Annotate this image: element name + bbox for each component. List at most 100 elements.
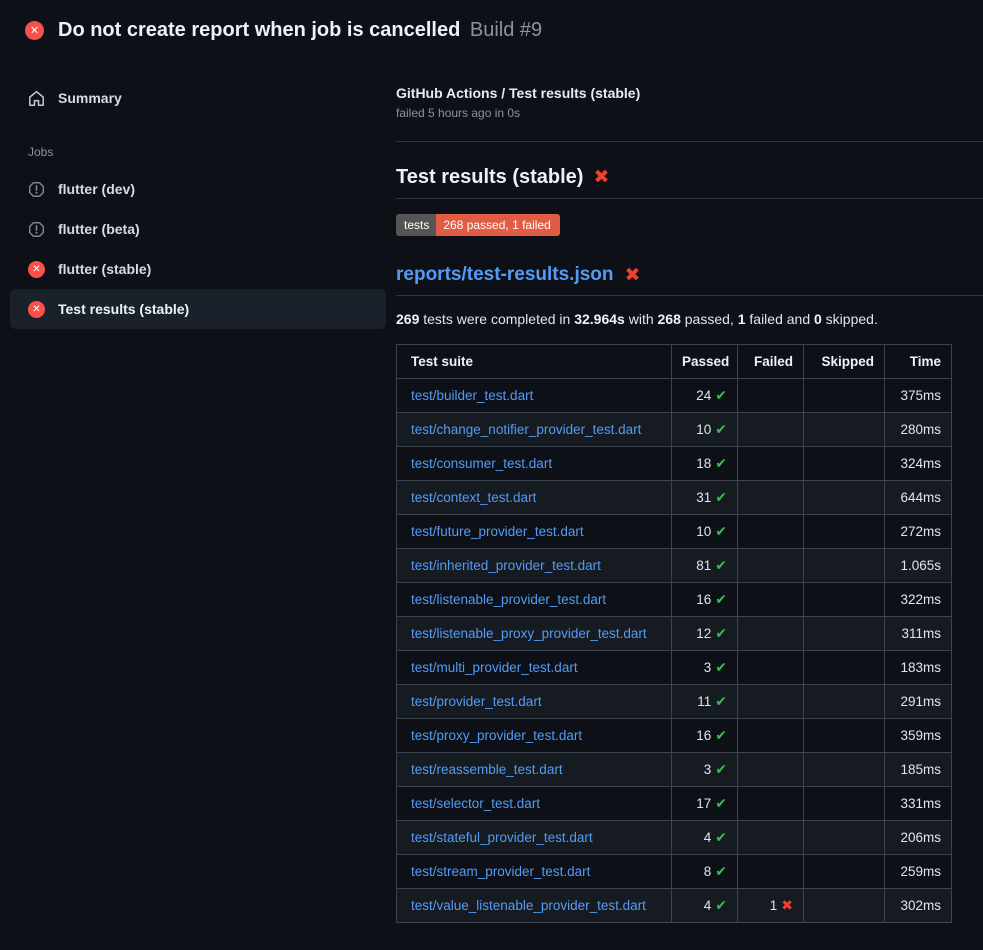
column-header-failed: Failed [738,345,804,379]
test-suite-link[interactable]: test/stateful_provider_test.dart [411,830,593,845]
sidebar-item-label: flutter (beta) [58,221,140,237]
test-suite-link[interactable]: test/consumer_test.dart [411,456,552,471]
table-row: test/change_notifier_provider_test.dart … [397,413,952,447]
time-cell: 280ms [885,413,952,447]
test-suite-link[interactable]: test/inherited_provider_test.dart [411,558,601,573]
passed-cell: 12✔ [672,617,738,651]
table-row: test/inherited_provider_test.dart 81✔ 1.… [397,549,952,583]
sidebar-item-label: flutter (dev) [58,181,135,197]
sidebar-item-summary[interactable]: Summary [10,79,386,117]
failed-status-icon: ✕ [25,21,44,40]
test-suite-link[interactable]: test/proxy_provider_test.dart [411,728,582,743]
tests-badge: tests 268 passed, 1 failed [396,214,560,236]
passed-cell: 8✔ [672,855,738,889]
workflow-run-page: ✕ Do not create report when job is cance… [0,0,983,950]
skipped-cell [804,617,885,651]
badge-label: tests [396,214,436,236]
test-suite-link[interactable]: test/value_listenable_provider_test.dart [411,898,646,913]
skipped-cell [804,719,885,753]
sidebar-item-flutter-beta[interactable]: flutter (beta) [10,209,386,249]
check-icon: ✔ [715,489,727,505]
skipped-cell [804,583,885,617]
failed-cell [738,753,804,787]
skipped-cell [804,515,885,549]
skipped-cell [804,549,885,583]
test-suite-link[interactable]: test/reassemble_test.dart [411,762,563,777]
test-suite-link[interactable]: test/multi_provider_test.dart [411,660,578,675]
failed-cell [738,651,804,685]
test-suite-link[interactable]: test/future_provider_test.dart [411,524,584,539]
check-icon: ✔ [715,421,727,437]
section-title-row: Test results (stable) ✖ [396,166,983,189]
failed-cell [738,855,804,889]
check-icon: ✔ [715,387,727,403]
column-header-skipped: Skipped [804,345,885,379]
time-cell: 183ms [885,651,952,685]
sidebar-item-label: Test results (stable) [58,301,189,317]
x-circle-icon: ✕ [28,301,45,318]
time-cell: 206ms [885,821,952,855]
failed-cell: 1✖ [738,889,804,923]
jobs-section-label: Jobs [0,145,396,159]
failed-cell [738,583,804,617]
passed-cell: 3✔ [672,651,738,685]
table-header-row: Test suite Passed Failed Skipped Time [397,345,952,379]
time-cell: 272ms [885,515,952,549]
table-row: test/consumer_test.dart 18✔ 324ms [397,447,952,481]
table-row: test/reassemble_test.dart 3✔ 185ms [397,753,952,787]
failed-x-icon: ✖ [593,168,609,187]
failed-cell [738,413,804,447]
report-file-link[interactable]: reports/test-results.json [396,264,614,286]
passed-cell: 10✔ [672,515,738,549]
table-row: test/selector_test.dart 17✔ 331ms [397,787,952,821]
report-title-row: reports/test-results.json ✖ [396,264,983,286]
test-suite-link[interactable]: test/listenable_provider_test.dart [411,592,606,607]
sidebar-item-test-results-stable[interactable]: ✕ Test results (stable) [10,289,386,329]
time-cell: 322ms [885,583,952,617]
test-suite-link[interactable]: test/selector_test.dart [411,796,540,811]
cross-icon: ✖ [781,897,793,913]
time-cell: 302ms [885,889,952,923]
passed-cell: 24✔ [672,379,738,413]
time-cell: 375ms [885,379,952,413]
divider [396,141,983,142]
failed-x-icon: ✖ [625,266,641,285]
failed-cell [738,685,804,719]
test-suite-link[interactable]: test/context_test.dart [411,490,536,505]
breadcrumb: GitHub Actions / Test results (stable) [396,85,983,101]
run-title: Do not create report when job is cancell… [58,19,460,41]
x-circle-icon: ✕ [28,261,45,278]
run-header: ✕ Do not create report when job is cance… [0,0,983,59]
skipped-cell [804,821,885,855]
failed-cell [738,719,804,753]
table-row: test/future_provider_test.dart 10✔ 272ms [397,515,952,549]
test-suite-link[interactable]: test/change_notifier_provider_test.dart [411,422,641,437]
passed-cell: 11✔ [672,685,738,719]
run-meta: failed 5 hours ago in 0s [396,106,983,120]
skipped-cell [804,447,885,481]
skipped-cell [804,685,885,719]
failed-cell [738,821,804,855]
check-icon: ✔ [715,625,727,641]
check-icon: ✔ [715,659,727,675]
skipped-cell [804,481,885,515]
skipped-cell [804,413,885,447]
check-icon: ✔ [715,523,727,539]
build-number: Build #9 [470,19,542,41]
check-icon: ✔ [715,591,727,607]
check-icon: ✔ [715,795,727,811]
column-header-test-suite: Test suite [397,345,672,379]
check-icon: ✔ [715,557,727,573]
passed-cell: 17✔ [672,787,738,821]
sidebar-item-flutter-dev[interactable]: flutter (dev) [10,169,386,209]
stop-icon [28,181,45,198]
passed-cell: 81✔ [672,549,738,583]
test-suite-link[interactable]: test/stream_provider_test.dart [411,864,590,879]
sidebar-item-flutter-stable[interactable]: ✕ flutter (stable) [10,249,386,289]
divider [396,198,983,199]
test-suite-link[interactable]: test/provider_test.dart [411,694,542,709]
test-suite-link[interactable]: test/builder_test.dart [411,388,533,403]
skipped-cell [804,753,885,787]
test-suite-link[interactable]: test/listenable_proxy_provider_test.dart [411,626,647,641]
time-cell: 324ms [885,447,952,481]
